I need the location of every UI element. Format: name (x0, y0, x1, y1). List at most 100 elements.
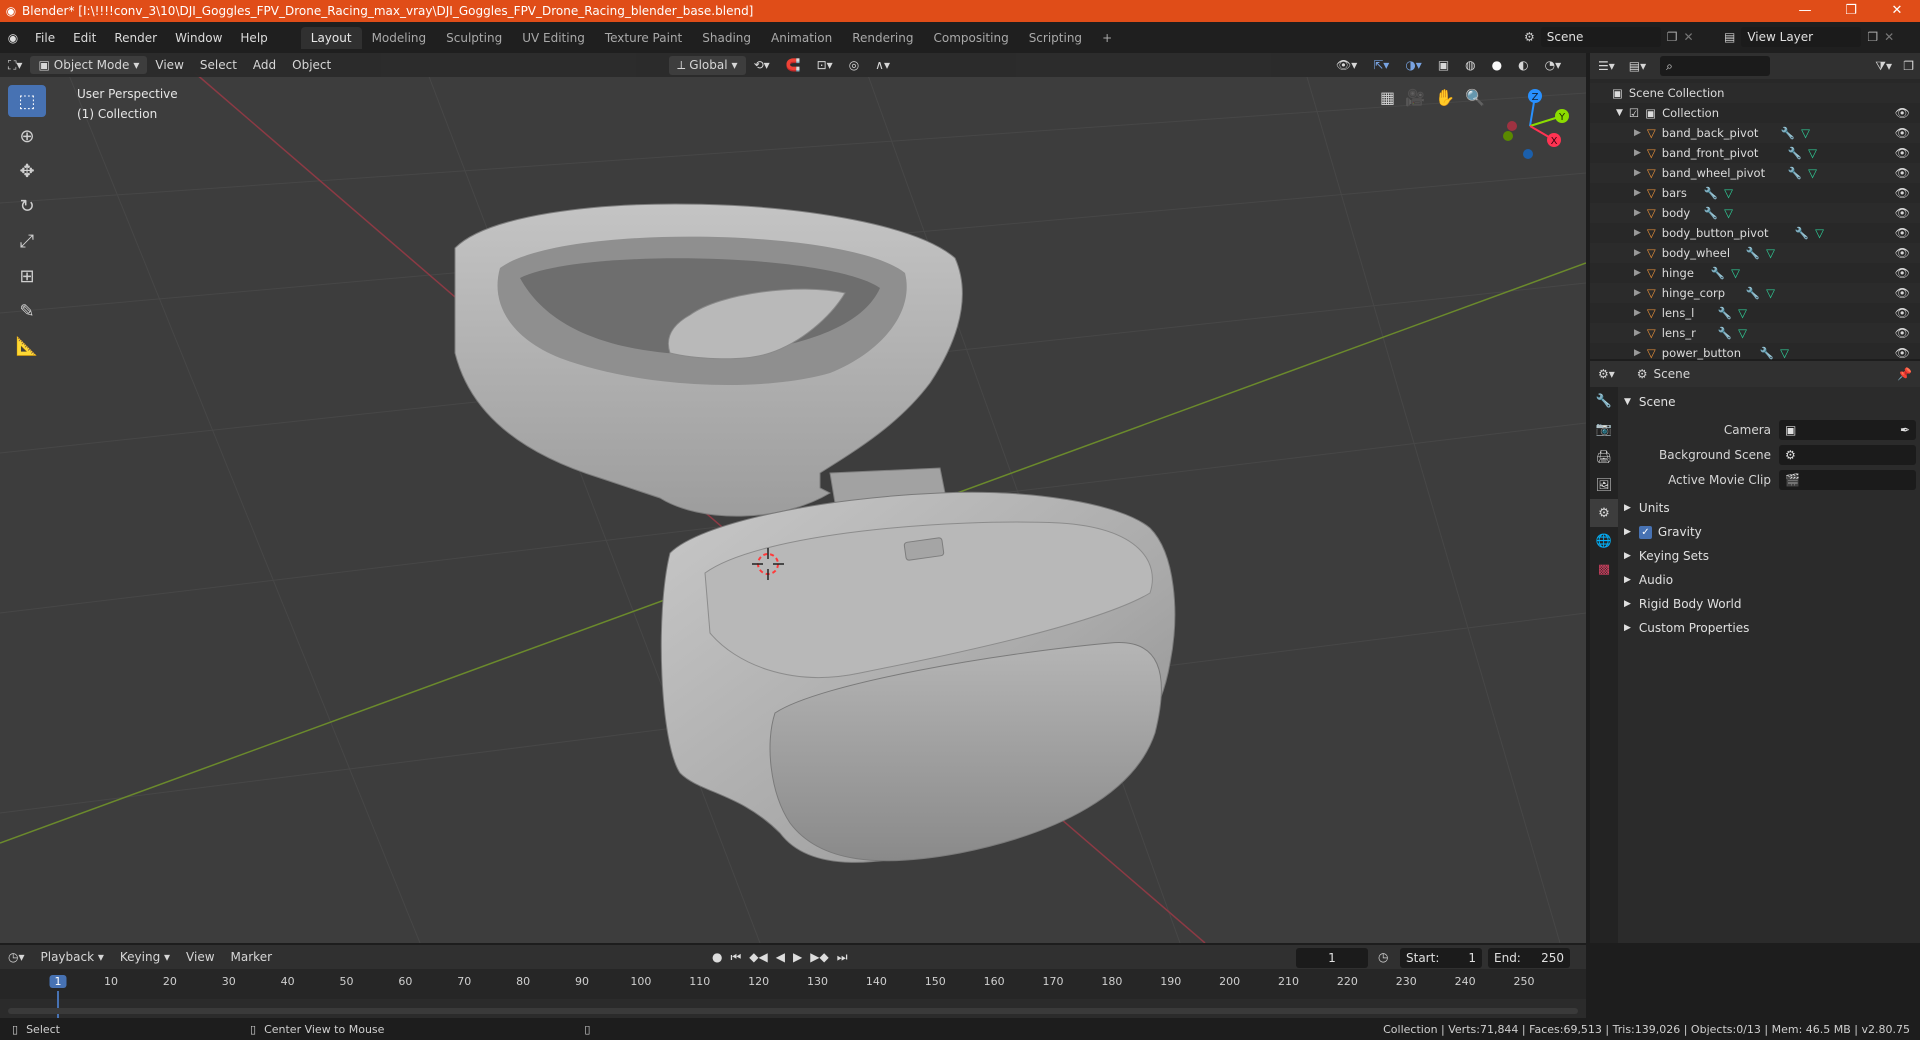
chevron-right-icon[interactable]: ▶ (1634, 328, 1641, 338)
mesh-data-icon[interactable]: ▽ (1801, 126, 1810, 140)
keying-sets-panel[interactable]: ▶ Keying Sets (1624, 545, 1916, 567)
outliner-object-row[interactable]: ▶ ▽ body 🔧 ▽ 👁 (1590, 203, 1920, 223)
audio-panel[interactable]: ▶ Audio (1624, 569, 1916, 591)
visibility-icon[interactable]: 👁▾ (1328, 56, 1365, 74)
editor-type-icon[interactable]: ⛶▾ (0, 56, 30, 75)
outliner-object-row[interactable]: ▶ ▽ body_button_pivot 🔧 ▽ 👁 (1590, 223, 1920, 243)
view-layer-tab-icon[interactable]: 🖼 (1590, 471, 1618, 499)
output-tab-icon[interactable]: 🖨 (1590, 443, 1618, 471)
mesh-data-icon[interactable]: ▽ (1808, 166, 1817, 180)
annotate-tool-icon[interactable]: ✎ (8, 295, 46, 327)
eye-icon[interactable]: 👁 (1895, 346, 1910, 360)
xray-icon[interactable]: ▣ (1430, 56, 1457, 74)
menu-render[interactable]: Render (105, 31, 166, 45)
menu-playback[interactable]: Playback ▾ (33, 950, 112, 964)
chevron-right-icon[interactable]: ▶ (1634, 148, 1641, 158)
scale-tool-icon[interactable]: ⤢ (8, 225, 46, 257)
workspace-tab-uv-editing[interactable]: UV Editing (512, 27, 595, 49)
eye-icon[interactable]: 👁 (1895, 106, 1910, 120)
play-icon[interactable]: ▶ (793, 950, 802, 965)
menu-window[interactable]: Window (166, 31, 231, 45)
snap-target-icon[interactable]: ⊡▾ (809, 56, 841, 74)
view-layer-selector[interactable]: View Layer (1741, 27, 1862, 47)
chevron-right-icon[interactable]: ▶ (1634, 268, 1641, 278)
mesh-data-icon[interactable]: ▽ (1738, 306, 1747, 320)
chevron-right-icon[interactable]: ▶ (1634, 168, 1641, 178)
cursor-tool-icon[interactable]: ⊕ (8, 120, 46, 152)
modifier-icon[interactable]: 🔧 (1704, 186, 1718, 200)
rotate-tool-icon[interactable]: ↻ (8, 190, 46, 222)
outliner-editor-icon[interactable]: ☰▾ (1590, 59, 1623, 73)
outliner-object-row[interactable]: ▶ ▽ band_front_pivot 🔧 ▽ 👁 (1590, 143, 1920, 163)
menu-file[interactable]: File (26, 31, 64, 45)
modifier-icon[interactable]: 🔧 (1704, 206, 1718, 220)
filter-icon[interactable]: ⧩▾ (1875, 59, 1892, 74)
menu-select[interactable]: Select (192, 56, 245, 74)
checkbox-icon[interactable]: ☑ (1629, 106, 1639, 120)
workspace-tab-modeling[interactable]: Modeling (362, 27, 437, 49)
outliner-object-row[interactable]: ▶ ▽ power_button 🔧 ▽ 👁 (1590, 343, 1920, 363)
workspace-tab-shading[interactable]: Shading (692, 27, 761, 49)
timeline-editor-icon[interactable]: ◷▾ (0, 950, 33, 964)
workspace-tab-scripting[interactable]: Scripting (1019, 27, 1092, 49)
select-box-tool-icon[interactable]: ⬚ (8, 85, 46, 117)
eye-icon[interactable]: 👁 (1895, 146, 1910, 160)
modifier-icon[interactable]: 🔧 (1788, 166, 1802, 180)
menu-object[interactable]: Object (284, 56, 339, 74)
zoom-icon[interactable]: 🔍 (1465, 88, 1485, 107)
chevron-right-icon[interactable]: ▶ (1634, 208, 1641, 218)
gravity-panel[interactable]: ▶ ✓ Gravity (1624, 521, 1916, 543)
outliner-object-row[interactable]: ▶ ▽ band_wheel_pivot 🔧 ▽ 👁 (1590, 163, 1920, 183)
scene-selector[interactable]: Scene (1540, 27, 1661, 47)
move-tool-icon[interactable]: ✥ (8, 155, 46, 187)
mesh-data-icon[interactable]: ▽ (1766, 286, 1775, 300)
pan-icon[interactable]: ✋ (1435, 88, 1455, 107)
menu-view[interactable]: View (178, 950, 222, 964)
scene-icon[interactable]: ⚙ (1524, 30, 1535, 44)
workspace-tab-compositing[interactable]: Compositing (923, 27, 1018, 49)
scene-tab-icon[interactable]: ⚙ (1590, 499, 1618, 527)
camera-view-icon[interactable]: 🎥 (1405, 88, 1425, 107)
current-frame-field[interactable]: 1 (1296, 948, 1368, 968)
eye-icon[interactable]: 👁 (1895, 306, 1910, 320)
mesh-data-icon[interactable]: ▽ (1738, 326, 1747, 340)
start-frame-field[interactable]: Start: 1 (1400, 948, 1482, 968)
chevron-right-icon[interactable]: ▶ (1634, 288, 1641, 298)
new-scene-icon[interactable]: ❐ (1667, 30, 1678, 44)
units-panel[interactable]: ▶ Units (1624, 497, 1916, 519)
eye-icon[interactable]: 👁 (1895, 286, 1910, 300)
outliner-object-row[interactable]: ▶ ▽ hinge 🔧 ▽ 👁 (1590, 263, 1920, 283)
play-reverse-icon[interactable]: ◀ (776, 950, 785, 965)
minimize-button[interactable]: — (1782, 0, 1828, 22)
new-collection-icon[interactable]: ❐ (1903, 59, 1914, 73)
modifier-icon[interactable]: 🔧 (1746, 286, 1760, 300)
next-keyframe-icon[interactable]: ▶◆ (810, 950, 828, 965)
end-frame-field[interactable]: End: 250 (1488, 948, 1570, 968)
modifier-icon[interactable]: 🔧 (1781, 126, 1795, 140)
workspace-tab-layout[interactable]: Layout (300, 26, 362, 49)
gravity-checkbox[interactable]: ✓ (1638, 525, 1652, 539)
transform-tool-icon[interactable]: ⊞ (8, 260, 46, 292)
scene-panel-header[interactable]: ▼ Scene (1624, 391, 1916, 413)
eye-icon[interactable]: 👁 (1895, 226, 1910, 240)
custom-properties-panel[interactable]: ▶ Custom Properties (1624, 617, 1916, 639)
pivot-point-icon[interactable]: ⟲▾ (746, 56, 778, 74)
tool-tab-icon[interactable]: 🔧 (1590, 387, 1618, 415)
outliner-object-row[interactable]: ▶ ▽ body_wheel 🔧 ▽ 👁 (1590, 243, 1920, 263)
world-tab-icon[interactable]: 🌐 (1590, 527, 1618, 555)
shading-solid-icon[interactable]: ● (1484, 56, 1510, 74)
add-workspace-button[interactable]: + (1092, 27, 1122, 49)
falloff-icon[interactable]: ∧▾ (867, 56, 898, 74)
remove-scene-icon[interactable]: ✕ (1684, 30, 1694, 44)
mesh-data-icon[interactable]: ▽ (1808, 146, 1817, 160)
outliner-collection[interactable]: ▼ ☑ ▣ Collection 👁 (1590, 103, 1920, 123)
axis-gizmo[interactable]: Z Y X (1490, 86, 1570, 166)
eye-icon[interactable]: 👁 (1895, 266, 1910, 280)
chevron-right-icon[interactable]: ▶ (1634, 348, 1641, 358)
menu-add[interactable]: Add (245, 56, 284, 74)
outliner-object-row[interactable]: ▶ ▽ band_back_pivot 🔧 ▽ 👁 (1590, 123, 1920, 143)
camera-selector[interactable]: ▣ ✒ (1779, 419, 1916, 440)
modifier-icon[interactable]: 🔧 (1711, 266, 1725, 280)
rigid-body-world-panel[interactable]: ▶ Rigid Body World (1624, 593, 1916, 615)
overlay-icon[interactable]: ◑▾ (1397, 56, 1430, 74)
